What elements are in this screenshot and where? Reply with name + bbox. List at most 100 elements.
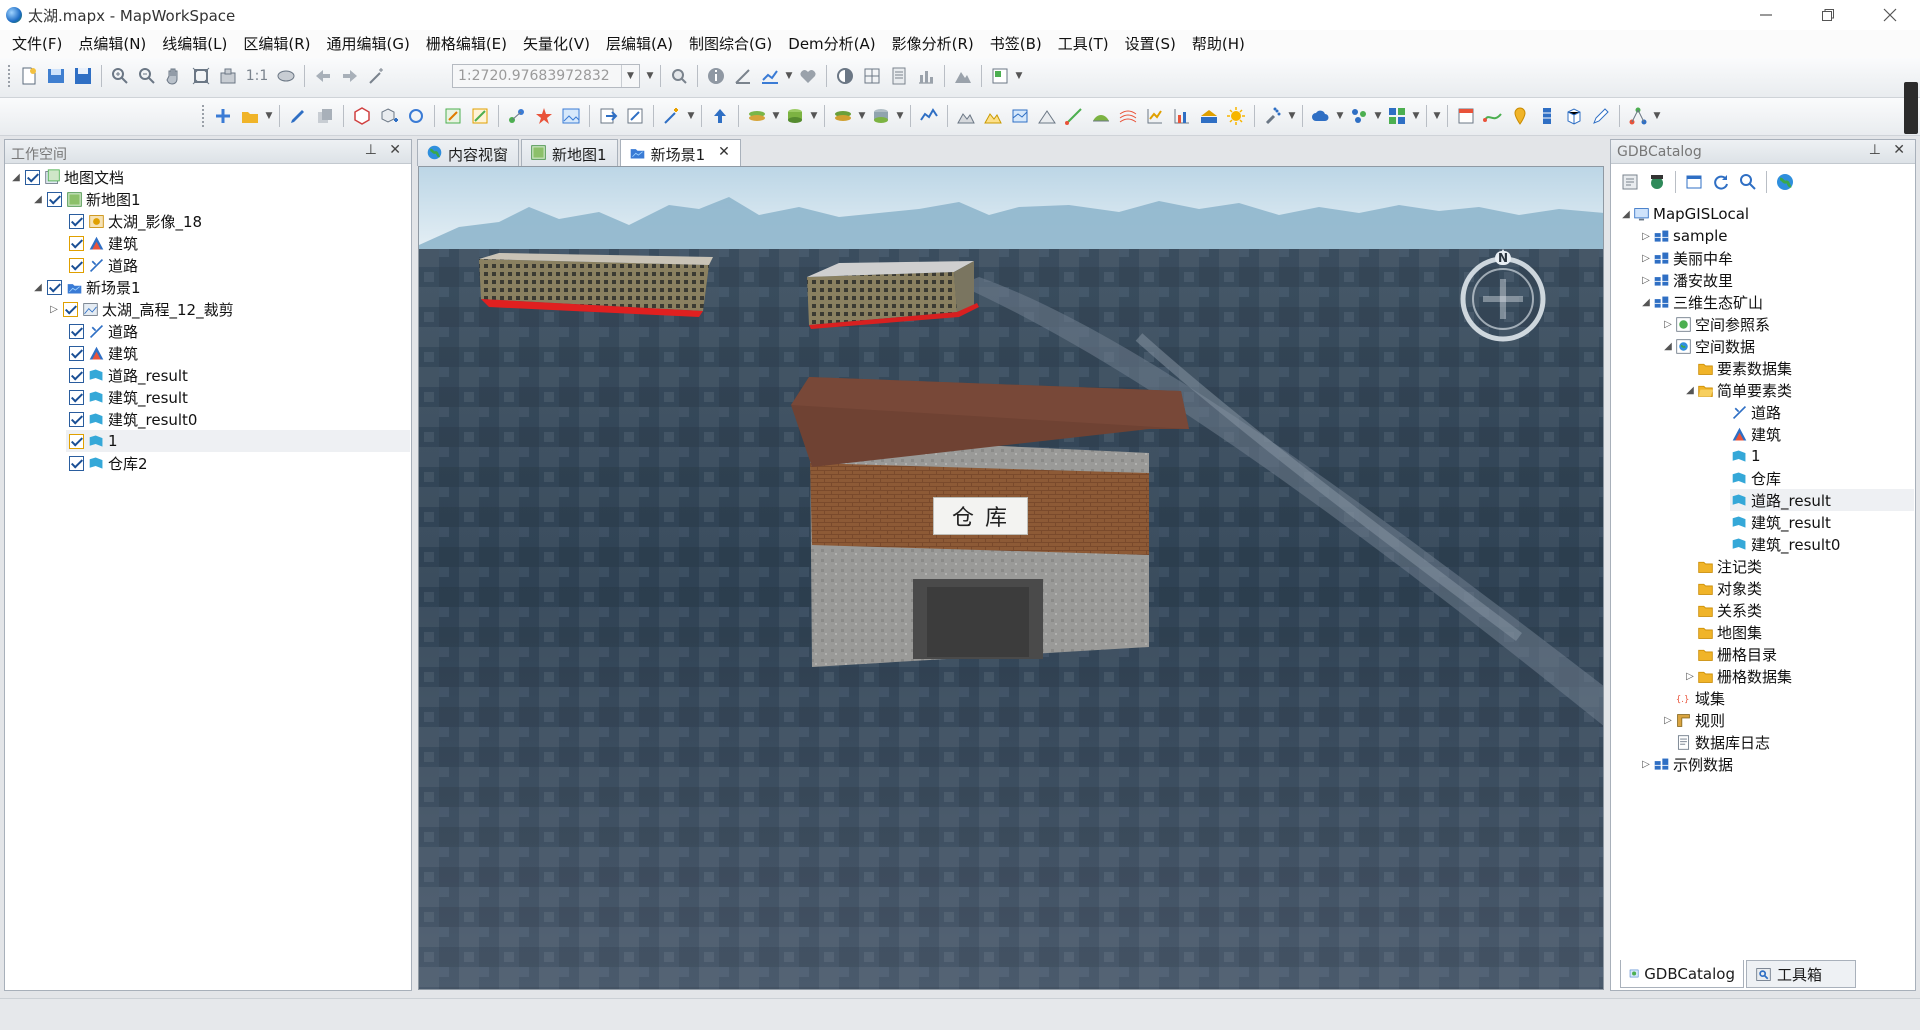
rotate-button[interactable] <box>404 104 428 128</box>
catalog-node-annotation[interactable]: 注记类 <box>1696 555 1762 577</box>
chevron-down-icon[interactable]: ▼ <box>1374 104 1382 128</box>
catalog-props-button[interactable] <box>1618 170 1642 194</box>
add-data-button[interactable] <box>211 104 235 128</box>
expand-arrow-icon[interactable]: ▷ <box>1640 253 1652 264</box>
grid-view-button[interactable] <box>1385 104 1409 128</box>
new-button[interactable] <box>17 64 41 88</box>
terrain-button[interactable] <box>951 64 975 88</box>
tree-node-warehouse[interactable]: 仓库2 <box>66 452 148 474</box>
collapse-arrow-icon[interactable]: ◢ <box>1684 385 1696 396</box>
layer-checkbox[interactable] <box>69 455 84 471</box>
tree-node-layer-1[interactable]: 1 <box>66 430 410 452</box>
open-button[interactable] <box>44 64 68 88</box>
expand-arrow-icon[interactable]: ▷ <box>1662 319 1674 330</box>
particle-button[interactable] <box>1347 104 1371 128</box>
menu-vectorize[interactable]: 矢量化(V) <box>515 30 598 58</box>
menu-point-edit[interactable]: 点编辑(N) <box>70 30 154 58</box>
star-button[interactable] <box>532 104 556 128</box>
profile-button[interactable] <box>917 104 941 128</box>
add-layer-button[interactable] <box>238 104 262 128</box>
tree-node-map[interactable]: ◢ 新地图1 <box>32 188 140 210</box>
layer-stack-2-button[interactable] <box>831 104 855 128</box>
next-view-button[interactable] <box>338 64 362 88</box>
menu-line-edit[interactable]: 线编辑(L) <box>154 30 235 58</box>
catalog-node-relation[interactable]: 关系类 <box>1696 599 1762 621</box>
layer-checkbox[interactable] <box>47 279 62 295</box>
tree-node-building-result0[interactable]: 建筑_result0 <box>66 408 197 430</box>
layer-checkbox[interactable] <box>69 213 84 229</box>
dem-tool-2-button[interactable] <box>981 104 1005 128</box>
close-button[interactable] <box>1862 0 1918 30</box>
grid-button[interactable] <box>860 64 884 88</box>
collapse-arrow-icon[interactable]: ◢ <box>32 282 44 293</box>
collapse-arrow-icon[interactable]: ◢ <box>10 172 22 183</box>
scene-tool-1-button[interactable] <box>1454 104 1478 128</box>
save-button[interactable] <box>71 64 95 88</box>
menu-tools[interactable]: 工具(T) <box>1050 30 1117 58</box>
chevron-down-icon[interactable]: ▼ <box>810 104 818 128</box>
catalog-node-feature[interactable]: 建筑 <box>1730 423 1781 445</box>
catalog-node-srs[interactable]: ▷ 空间参照系 <box>1662 313 1770 335</box>
dem-tool-8-button[interactable] <box>1143 104 1167 128</box>
chevron-down-icon[interactable]: ▼ <box>265 104 273 128</box>
tree-node-scene[interactable]: ◢ 新场景1 <box>32 276 140 298</box>
tab-content-view[interactable]: 内容视窗 <box>417 139 520 166</box>
layer-checkbox[interactable] <box>25 169 40 185</box>
prev-view-button[interactable] <box>311 64 335 88</box>
actual-ratio-button[interactable]: 1:1 <box>243 64 271 88</box>
dem-tool-7-button[interactable] <box>1116 104 1140 128</box>
layer-checkbox[interactable] <box>69 389 84 405</box>
menu-general-edit[interactable]: 通用编辑(G) <box>318 30 417 58</box>
catalog-refresh-button[interactable] <box>1709 170 1733 194</box>
favorite-button[interactable] <box>796 64 820 88</box>
eye-button[interactable] <box>274 64 298 88</box>
catalog-node-feature-dataset[interactable]: 要素数据集 <box>1696 357 1792 379</box>
scene-tool-2-button[interactable] <box>1481 104 1505 128</box>
expand-arrow-icon[interactable]: ▷ <box>1684 671 1696 682</box>
expand-arrow-icon[interactable]: ▷ <box>48 304 60 315</box>
dem-tool-5-button[interactable] <box>1062 104 1086 128</box>
menu-bookmarks[interactable]: 书签(B) <box>982 30 1050 58</box>
toolbar-scroll-handle[interactable] <box>1904 82 1918 134</box>
close-icon[interactable]: ✕ <box>389 142 401 158</box>
chevron-down-icon[interactable]: ▼ <box>687 104 695 128</box>
edit-line-button[interactable] <box>468 104 492 128</box>
restore-button[interactable] <box>1800 0 1856 30</box>
layer-checkbox[interactable] <box>69 235 84 251</box>
menu-settings[interactable]: 设置(S) <box>1117 30 1184 58</box>
menu-image-analysis[interactable]: 影像分析(R) <box>884 30 982 58</box>
layer-checkbox[interactable] <box>69 433 84 449</box>
scene-tool-3-button[interactable] <box>1508 104 1532 128</box>
pin-icon[interactable]: ⊥ <box>365 142 377 158</box>
contrast-button[interactable] <box>833 64 857 88</box>
menu-raster-edit[interactable]: 栅格编辑(E) <box>418 30 515 58</box>
dem-tool-10-button[interactable] <box>1197 104 1221 128</box>
close-icon[interactable]: ✕ <box>1893 142 1905 158</box>
catalog-node-raster-catalog[interactable]: 栅格目录 <box>1696 643 1777 665</box>
catalog-node-feature[interactable]: 建筑_result <box>1730 511 1831 533</box>
toolbar-overflow[interactable]: ▼ <box>1433 104 1441 128</box>
tree-node-dem-layer[interactable]: ▷ 太湖_高程_12_裁剪 <box>48 298 233 320</box>
scene-tool-7-button[interactable] <box>1626 104 1650 128</box>
scene-tool-4-button[interactable] <box>1535 104 1559 128</box>
menu-layer-edit[interactable]: 层编辑(A) <box>598 30 681 58</box>
catalog-node-db-expanded[interactable]: ◢ 三维生态矿山 <box>1640 291 1763 313</box>
wand-button[interactable] <box>660 104 684 128</box>
chevron-down-icon[interactable]: ▼ <box>858 104 866 128</box>
refresh-view-button[interactable] <box>216 64 240 88</box>
export-button[interactable] <box>596 104 620 128</box>
catalog-node-feature-selected[interactable]: 道路_result <box>1730 489 1914 511</box>
catalog-window-button[interactable] <box>1682 170 1706 194</box>
dem-tool-9-button[interactable] <box>1170 104 1194 128</box>
chevron-down-icon[interactable]: ▼ <box>1336 104 1344 128</box>
edit-layer-button[interactable] <box>286 104 310 128</box>
node-edit-button[interactable] <box>505 104 529 128</box>
catalog-node-feature[interactable]: 建筑_result0 <box>1730 533 1840 555</box>
scene-tool-5-button[interactable] <box>1562 104 1586 128</box>
import-button[interactable] <box>623 104 647 128</box>
zoom-out-button[interactable] <box>135 64 159 88</box>
menu-file[interactable]: 文件(F) <box>4 30 70 58</box>
catalog-node-root[interactable]: ◢ MapGISLocal <box>1620 203 1749 225</box>
tree-node-road-layer[interactable]: 道路 <box>66 254 138 276</box>
collapse-arrow-icon[interactable]: ◢ <box>1640 297 1652 308</box>
